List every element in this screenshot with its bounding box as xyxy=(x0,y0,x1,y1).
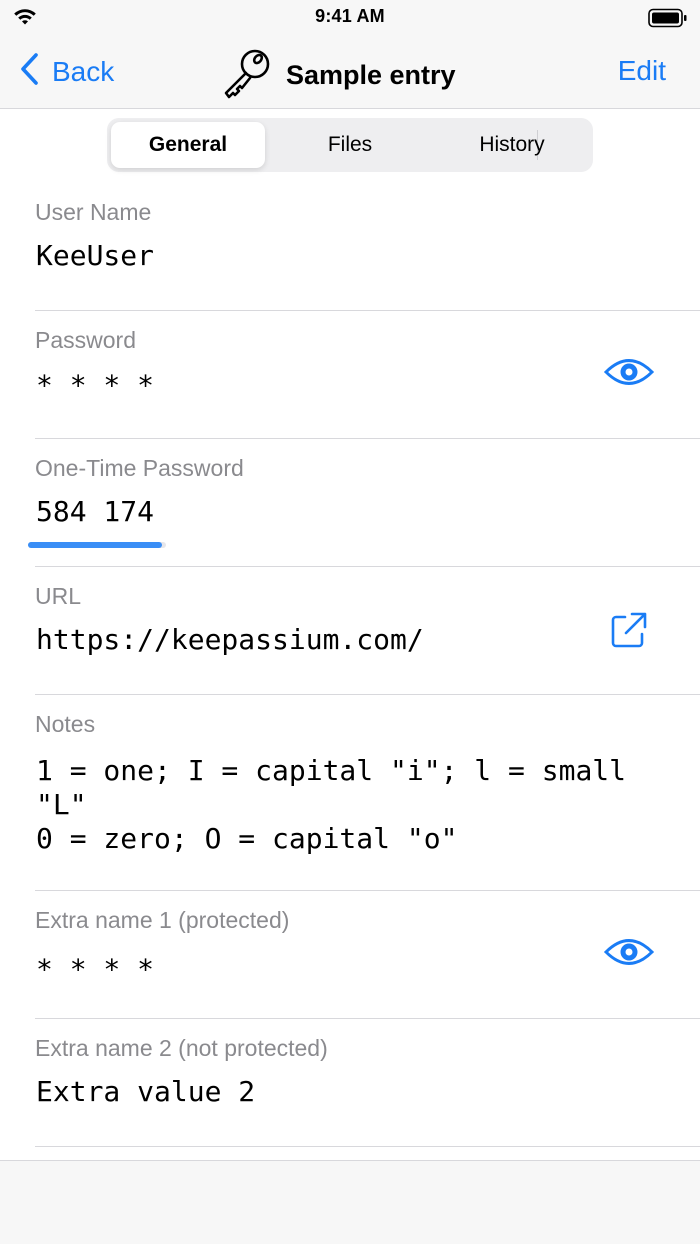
notes-value: 1 = one; I = capital "i"; l = small "L" … xyxy=(36,754,676,856)
otp-progress-bar xyxy=(28,542,166,548)
field-label: URL xyxy=(35,583,82,609)
field-password[interactable]: Password * * * * xyxy=(0,311,700,439)
back-button[interactable]: Back xyxy=(20,52,115,93)
field-extra-2[interactable]: Extra name 2 (not protected) Extra value… xyxy=(0,1019,700,1147)
field-value: https://keepassium.com/ xyxy=(36,623,424,656)
otp-progress-fill xyxy=(28,542,162,548)
status-bar: 9:41 AM xyxy=(0,0,700,34)
eye-icon[interactable] xyxy=(603,937,655,972)
key-icon xyxy=(220,46,274,105)
page-title: Sample entry xyxy=(286,60,456,90)
field-value: Extra value 2 xyxy=(36,1075,256,1108)
field-value: KeeUser xyxy=(36,239,155,272)
back-label: Back xyxy=(52,56,115,87)
field-label: Password xyxy=(35,327,136,353)
divider xyxy=(35,1146,700,1147)
field-value: * * * * xyxy=(36,953,155,986)
field-url[interactable]: URL https://keepassium.com/ xyxy=(0,567,700,695)
field-label: One-Time Password xyxy=(35,455,244,481)
bottom-toolbar xyxy=(0,1160,700,1244)
tab-files[interactable]: Files xyxy=(273,122,427,168)
chevron-left-icon xyxy=(20,52,52,93)
field-notes[interactable]: Notes 1 = one; I = capital "i"; l = smal… xyxy=(0,695,700,891)
notes-line: 1 = one; I = capital "i"; l = small "L" xyxy=(36,754,643,821)
field-extra-1[interactable]: Extra name 1 (protected) * * * * xyxy=(0,891,700,1019)
tab-general[interactable]: General xyxy=(111,122,265,168)
field-label: Notes xyxy=(35,711,96,737)
tab-history[interactable]: History xyxy=(435,122,589,168)
segmented-control: General Files History xyxy=(107,118,593,172)
field-label: User Name xyxy=(35,199,152,225)
navigation-bar: Back Sample entry Edit xyxy=(0,34,700,109)
field-label: Extra name 1 (protected) xyxy=(35,907,290,933)
field-value: * * * * xyxy=(36,369,155,402)
notes-line: 0 = zero; O = capital "o" xyxy=(36,822,458,855)
external-link-icon[interactable] xyxy=(610,611,648,654)
field-otp[interactable]: One-Time Password 584 174 xyxy=(0,439,700,567)
field-value: 584 174 xyxy=(36,495,155,528)
battery-icon xyxy=(648,8,688,33)
edit-button[interactable]: Edit xyxy=(618,55,666,87)
eye-icon[interactable] xyxy=(603,357,655,392)
nav-title-group: Sample entry xyxy=(220,46,456,105)
field-label: Extra name 2 (not protected) xyxy=(35,1035,328,1061)
field-user-name[interactable]: User Name KeeUser xyxy=(0,183,700,311)
status-time: 9:41 AM xyxy=(315,6,385,26)
